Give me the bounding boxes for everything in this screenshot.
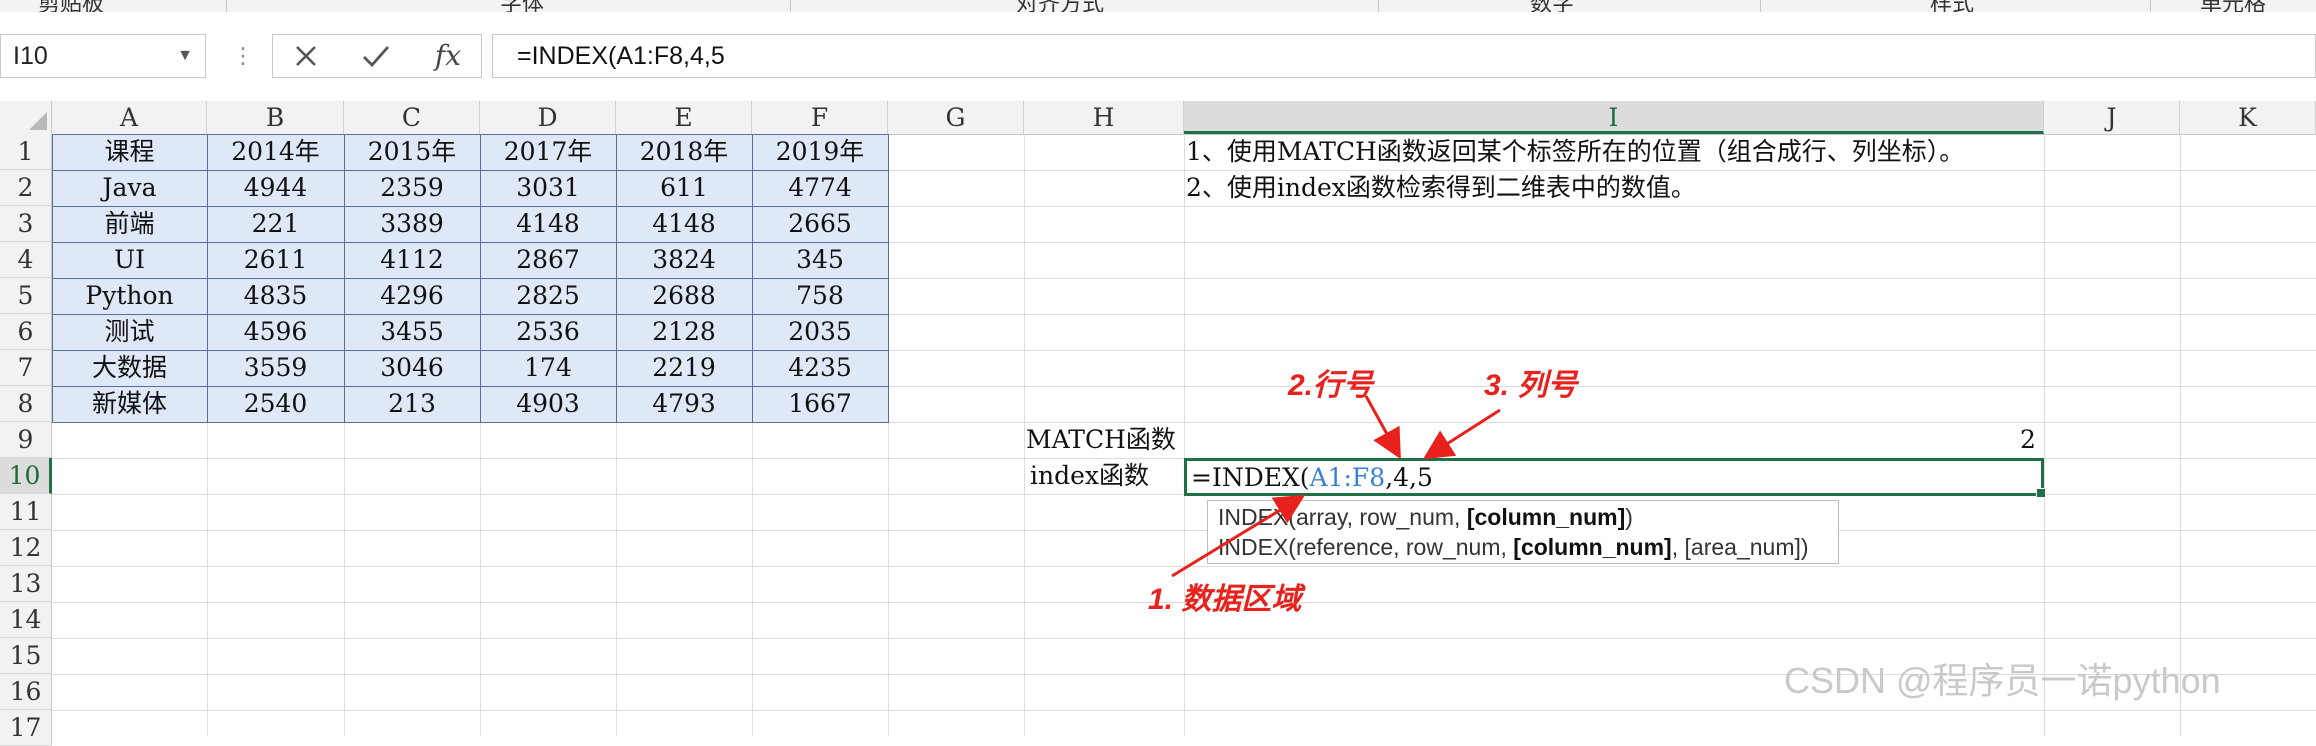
arrow-to-row-num (1364, 395, 1401, 460)
watermark: CSDN @程序员一诺python (1784, 660, 2221, 701)
arrow-to-col-num (1422, 408, 1501, 460)
annotation-arrows (1171, 395, 1501, 578)
arrow-to-data-area (1171, 494, 1306, 578)
